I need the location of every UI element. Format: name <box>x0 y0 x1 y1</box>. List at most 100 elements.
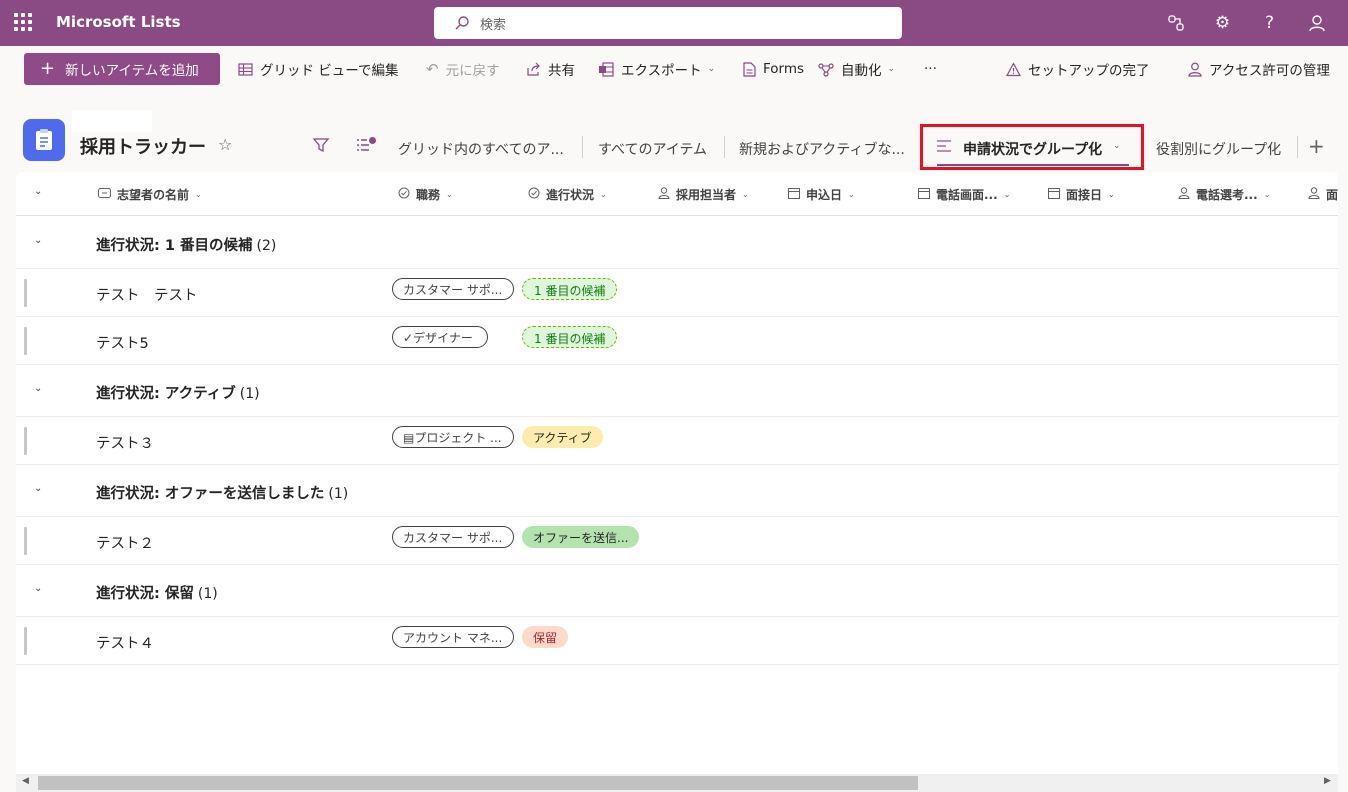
grid-edit-label: グリッド ビューで編集 <box>260 63 399 79</box>
applicant-name[interactable]: テスト5 <box>96 332 149 353</box>
manage-access-button[interactable]: アクセス許可の管理 <box>1188 53 1330 85</box>
calendar-icon: ▤ <box>403 431 415 445</box>
view-tab-group-by-role[interactable]: 役割別にグループ化 <box>1156 139 1281 159</box>
scrollbar-thumb[interactable] <box>38 776 918 790</box>
share-button[interactable]: 共有 <box>526 53 575 85</box>
setup-complete-button[interactable]: セットアップの完了 <box>1006 53 1150 85</box>
command-bar: + 新しいアイテムを追加 グリッド ビューで編集 ↶ 元に戻す 共有 エクスポー… <box>0 46 1348 92</box>
view-tab-all-items[interactable]: すべてのアイテム <box>598 139 707 159</box>
column-label: 職務 <box>416 188 441 202</box>
row-select-bar[interactable] <box>24 627 27 655</box>
status-badge: 1 番目の候補 <box>522 326 618 348</box>
column-header-phone-screen[interactable]: 電話画面... ⌄ <box>918 186 1010 203</box>
divider <box>724 136 725 158</box>
grid-edit-button[interactable]: グリッド ビューで編集 <box>238 53 398 85</box>
help-icon[interactable]: ? <box>1246 10 1293 36</box>
group-lines-icon <box>937 140 951 152</box>
chevron-down-icon: ⌄ <box>848 190 855 199</box>
applicant-name[interactable]: テスト３ <box>96 432 154 453</box>
table-row[interactable]: テスト４ アカウント マネ... 保留 <box>16 617 1338 665</box>
column-header-job[interactable]: 職務 ⌄ <box>398 186 453 203</box>
setup-complete-label: セットアップの完了 <box>1028 63 1150 79</box>
list-grid: ⌄ 志望者の名前 ⌄ 職務 ⌄ 進行状況 ⌄ 採用担当者 ⌄ 申込日 ⌄ 電話画… <box>16 172 1338 792</box>
search-box[interactable]: 検索 <box>434 7 902 39</box>
chevron-down-icon[interactable]: ⌄ <box>34 483 42 494</box>
more-commands-button[interactable]: ··· <box>924 53 937 85</box>
view-tab-new-active[interactable]: 新規およびアクティブな... <box>739 139 905 159</box>
chevron-down-icon: ⌄ <box>1108 190 1115 199</box>
group-label: 進行状況: アクティブ (1) <box>96 382 260 403</box>
group-header[interactable]: ⌄ 進行状況: 1 番目の候補 (2) <box>16 217 1338 269</box>
column-header-phone-select[interactable]: 電話選考... ⌄ <box>1178 186 1270 203</box>
group-count: (1) <box>328 486 349 502</box>
app-name[interactable]: Microsoft Lists <box>56 13 181 31</box>
forms-button[interactable]: Forms <box>743 53 804 85</box>
row-select-bar[interactable] <box>24 427 27 455</box>
connect-icon[interactable] <box>1152 10 1199 36</box>
column-header-applied-date[interactable]: 申込日 ⌄ <box>788 186 855 203</box>
job-pill: カスタマー サポ... <box>392 278 514 300</box>
horizontal-scrollbar[interactable]: ◀ ▶ <box>16 774 1338 792</box>
share-icon <box>526 62 541 77</box>
job-pill-label: プロジェクト ... <box>414 431 502 445</box>
row-select-bar[interactable] <box>24 279 27 307</box>
plus-icon: + <box>40 58 56 79</box>
row-select-bar[interactable] <box>24 327 27 355</box>
group-title: 進行状況: オファーを送信しました <box>96 486 325 502</box>
settings-gear-icon[interactable]: ⚙ <box>1199 10 1246 36</box>
scroll-left-arrow-icon[interactable]: ◀ <box>22 776 29 786</box>
column-label: 面 <box>1326 188 1338 202</box>
table-row[interactable]: テスト テスト カスタマー サポ... 1 番目の候補 <box>16 269 1338 317</box>
chevron-down-icon: ⌄ <box>1003 190 1011 199</box>
group-count: (2) <box>256 238 277 254</box>
add-view-icon[interactable]: + <box>1308 134 1325 158</box>
job-pill: アカウント マネ... <box>392 626 514 648</box>
group-header[interactable]: ⌄ 進行状況: 保留 (1) <box>16 565 1338 617</box>
column-header-interview-date[interactable]: 面接日 ⌄ <box>1048 186 1115 203</box>
scroll-right-arrow-icon[interactable]: ▶ <box>1324 776 1331 786</box>
chevron-down-icon[interactable]: ⌄ <box>34 583 42 594</box>
export-button[interactable]: エクスポート ⌄ <box>598 53 715 85</box>
column-label: 採用担当者 <box>676 188 737 202</box>
warning-icon <box>1006 61 1021 77</box>
table-row[interactable]: テスト5 ✓デザイナー 1 番目の候補 <box>16 317 1338 365</box>
view-tab-group-by-status[interactable]: 申請状況でグループ化 ⌄ <box>920 124 1144 170</box>
column-label: 電話画面... <box>936 188 998 202</box>
table-row[interactable]: テスト２ カスタマー サポ... オファーを送信... <box>16 517 1338 565</box>
chevron-down-icon: ⌄ <box>1113 141 1121 151</box>
account-icon[interactable] <box>1293 10 1340 36</box>
choice-icon <box>528 187 540 202</box>
chevron-down-icon: ⌄ <box>707 64 716 74</box>
app-launcher-icon[interactable] <box>14 13 32 31</box>
group-header[interactable]: ⌄ 進行状況: オファーを送信しました (1) <box>16 465 1338 517</box>
chevron-down-icon: ⌄ <box>195 190 202 199</box>
group-header[interactable]: ⌄ 進行状況: アクティブ (1) <box>16 365 1338 417</box>
column-label: 志望者の名前 <box>117 188 190 202</box>
applicant-name[interactable]: テスト４ <box>96 632 154 653</box>
group-title: 進行状況: アクティブ <box>96 386 236 402</box>
column-header-recruiter[interactable]: 採用担当者 ⌄ <box>658 186 749 203</box>
job-pill: ✓デザイナー <box>392 326 488 348</box>
column-label: 進行状況 <box>546 188 595 202</box>
more-label: ··· <box>924 61 937 77</box>
chevron-down-icon: ⌄ <box>600 190 607 199</box>
automate-button[interactable]: 自動化 ⌄ <box>818 53 895 85</box>
favorite-star-icon[interactable]: ☆ <box>218 135 232 154</box>
filter-icon[interactable] <box>312 136 330 158</box>
collapse-all-chevron-icon[interactable]: ⌄ <box>34 186 42 197</box>
column-header-applicant-name[interactable]: 志望者の名前 ⌄ <box>98 186 202 203</box>
chevron-down-icon[interactable]: ⌄ <box>34 383 42 394</box>
add-new-item-button[interactable]: + 新しいアイテムを追加 <box>24 53 220 85</box>
view-tab-grid-all[interactable]: グリッド内のすべてのア... <box>398 139 564 159</box>
row-select-bar[interactable] <box>24 527 27 555</box>
forms-label: Forms <box>763 61 805 77</box>
job-pill-label: デザイナー <box>413 331 473 345</box>
column-header-progress[interactable]: 進行状況 ⌄ <box>528 186 607 203</box>
chevron-down-icon[interactable]: ⌄ <box>34 235 42 246</box>
applicant-name[interactable]: テスト テスト <box>96 284 198 305</box>
undo-button[interactable]: ↶ 元に戻す <box>426 53 500 85</box>
column-header-more[interactable]: 面 <box>1308 186 1338 203</box>
table-row[interactable]: テスト３ ▤プロジェクト ... アクティブ <box>16 417 1338 465</box>
active-tab-underline <box>937 164 1129 166</box>
applicant-name[interactable]: テスト２ <box>96 532 154 553</box>
